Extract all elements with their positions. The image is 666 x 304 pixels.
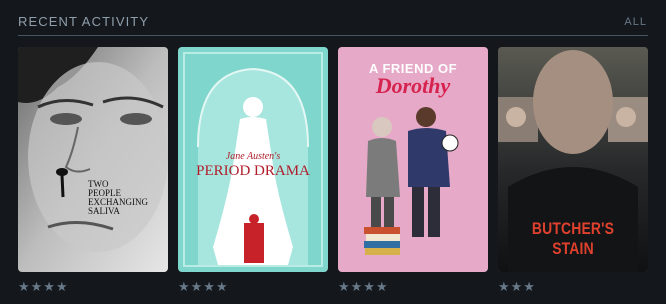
poster-main-title: BUTCHER'S STAIN <box>531 219 615 258</box>
all-link[interactable]: ALL <box>624 16 647 28</box>
star-rating: ★★★★ <box>18 280 69 295</box>
film-poster-card-2[interactable]: Jane Austen's PERIOD DRAMA <box>178 47 328 272</box>
poster-main-title: PERIOD DRAMA <box>196 163 310 179</box>
star-rating: ★★★★ <box>178 280 229 295</box>
film-poster-card-1[interactable]: TWO PEOPLE EXCHANGING SALIVA <box>18 47 168 272</box>
poster-title-line: SALIVA <box>88 206 120 216</box>
poster-image: A FRIEND OF Dorothy <box>338 47 488 272</box>
star-rating: ★★★★ <box>338 280 389 295</box>
poster-image: TWO PEOPLE EXCHANGING SALIVA <box>18 47 168 272</box>
recent-activity-header: Recent Activity ALL <box>18 14 648 36</box>
section-title: Recent Activity <box>18 14 150 29</box>
film-poster-card-3[interactable]: A FRIEND OF Dorothy <box>338 47 488 272</box>
film-poster-card-4[interactable]: BUTCHER'S STAIN <box>498 47 648 272</box>
star-rating: ★★★ <box>498 280 536 295</box>
poster-image: BUTCHER'S STAIN <box>498 47 648 272</box>
header-divider <box>18 35 648 36</box>
poster-image: Jane Austen's PERIOD DRAMA <box>178 47 328 272</box>
poster-script-title: Dorothy <box>375 73 451 98</box>
poster-script-title: Jane Austen's <box>225 151 281 162</box>
